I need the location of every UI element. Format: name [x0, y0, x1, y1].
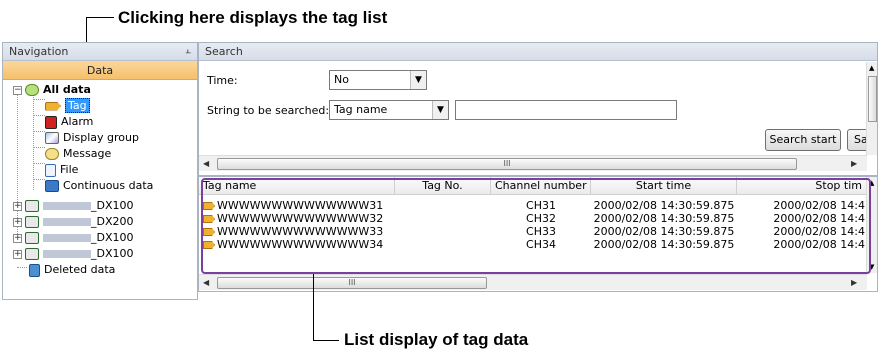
string-type-select-value: Tag name: [334, 103, 388, 116]
tree-item-device[interactable]: _DX100: [25, 230, 134, 246]
alarm-icon: [45, 115, 57, 129]
tree-item-label: _DX100: [91, 231, 134, 244]
device-icon: [25, 248, 39, 260]
string-to-search-label: String to be searched:: [207, 104, 330, 117]
search-string-input[interactable]: [455, 100, 677, 120]
device-icon: [25, 200, 39, 212]
device-expand-toggle[interactable]: +: [13, 202, 22, 211]
tree-item-device[interactable]: _DX200: [25, 214, 134, 230]
search-title: Search: [205, 45, 243, 58]
callout-bottom-text: List display of tag data: [344, 330, 529, 349]
tree-item-label: Display group: [63, 131, 139, 144]
tree-item-continuous-data[interactable]: Continuous data: [45, 178, 153, 194]
file-icon: [45, 163, 56, 177]
tree-item-device[interactable]: _DX100: [25, 198, 134, 214]
message-icon: [45, 148, 59, 160]
scroll-thumb[interactable]: III: [217, 277, 487, 289]
tree-item-label: _DX200: [91, 215, 134, 228]
search-pane: Search Time: No ▼ String to be searched:…: [198, 42, 878, 176]
device-icon: [25, 232, 39, 244]
display-group-icon: [45, 132, 59, 144]
search-horizontal-scrollbar[interactable]: ◀ III ▶: [199, 155, 867, 171]
callout-top-line-h: [86, 17, 114, 18]
redacted-name: [43, 250, 91, 258]
database-icon: [25, 84, 39, 96]
string-type-select[interactable]: Tag name ▼: [329, 100, 449, 120]
redacted-name: [43, 202, 91, 210]
redacted-name: [43, 218, 91, 226]
tree-item-deleted-data[interactable]: Deleted data: [29, 262, 115, 278]
tree-item-label: Tag: [65, 98, 90, 113]
tree-item-all-data[interactable]: All data: [25, 82, 91, 98]
tree-item-label: _DX100: [91, 247, 134, 260]
callout-bottom-line-h: [313, 340, 339, 341]
device-expand-toggle[interactable]: +: [13, 218, 22, 227]
search-title-bar: Search: [199, 43, 877, 61]
tree-item-device[interactable]: _DX100: [25, 246, 134, 262]
redacted-name: [43, 234, 91, 242]
callout-bottom-line-v: [313, 274, 314, 340]
all-data-collapse-toggle[interactable]: −: [13, 86, 22, 95]
list-horizontal-scrollbar[interactable]: ◀ III ▶: [199, 274, 867, 290]
tree-item-alarm[interactable]: Alarm: [45, 114, 93, 130]
tree-item-label: Deleted data: [44, 263, 116, 276]
trash-icon: [29, 263, 40, 277]
list-highlight-outline: [201, 178, 871, 274]
scroll-right-icon[interactable]: ▶: [851, 278, 857, 287]
tree-item-label: Alarm: [61, 115, 94, 128]
tree-item-file[interactable]: File: [45, 162, 78, 178]
navigation-pane: Navigation ⫠ Data − All data Tag Alarm D…: [2, 42, 198, 300]
time-label: Time:: [207, 74, 238, 87]
tree-item-label: _DX100: [91, 199, 134, 212]
tree-item-display-group[interactable]: Display group: [45, 130, 139, 146]
nav-data-header[interactable]: Data: [3, 61, 197, 80]
continuous-data-icon: [45, 180, 59, 192]
tree-item-label: File: [60, 163, 79, 176]
scroll-thumb[interactable]: III: [217, 158, 797, 170]
navigation-title-bar: Navigation ⫠: [3, 43, 197, 61]
time-select-value: No: [334, 73, 349, 86]
tree-item-message[interactable]: Message: [45, 146, 111, 162]
tree-item-label: All data: [43, 83, 91, 96]
device-expand-toggle[interactable]: +: [13, 250, 22, 259]
tree-item-tag[interactable]: Tag: [45, 98, 90, 114]
device-icon: [25, 216, 39, 228]
scroll-right-icon[interactable]: ▶: [851, 159, 857, 168]
device-expand-toggle[interactable]: +: [13, 234, 22, 243]
scroll-left-icon[interactable]: ◀: [203, 159, 209, 168]
callout-top-text: Clicking here displays the tag list: [118, 8, 388, 27]
search-vertical-scrollbar[interactable]: ▲: [866, 62, 877, 155]
scroll-left-icon[interactable]: ◀: [203, 278, 209, 287]
tag-icon: [45, 101, 61, 111]
navigation-title: Navigation: [9, 45, 69, 58]
search-start-button[interactable]: Search start: [765, 129, 841, 151]
chevron-down-icon: ▼: [432, 101, 448, 119]
chevron-down-icon: ▼: [410, 71, 426, 89]
time-select[interactable]: No ▼: [329, 70, 427, 90]
tree-item-label: Continuous data: [63, 179, 154, 192]
tree-item-label: Message: [63, 147, 112, 160]
pin-icon[interactable]: ⫠: [185, 45, 191, 56]
